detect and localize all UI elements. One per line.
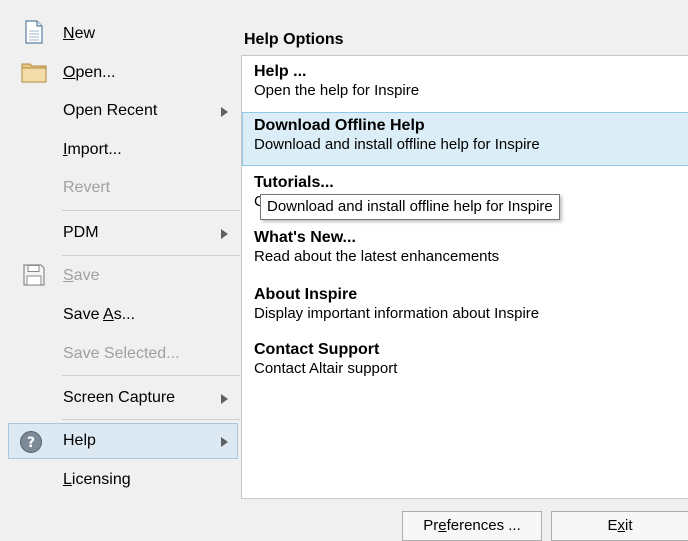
preferences-button[interactable]: Preferences ... (402, 511, 542, 541)
submenu-arrow-icon (221, 437, 228, 447)
menu-item-open-recent[interactable]: Open Recent (0, 93, 240, 129)
menu-item-import[interactable]: Import... (0, 132, 240, 168)
save-disk-icon (23, 264, 45, 286)
option-title: Help ... (254, 63, 307, 80)
menu-item-save-label: Save (63, 267, 100, 284)
help-options-title: Help Options (244, 31, 344, 48)
menu-item-save-selected[interactable]: Save Selected... (0, 336, 240, 372)
menu-item-revert-label: Revert (63, 179, 111, 196)
menu-item-pdm[interactable]: PDM (0, 215, 240, 251)
menu-separator (62, 255, 240, 256)
menu-separator (62, 375, 240, 376)
menu-item-help-label: Help (63, 432, 96, 449)
submenu-arrow-icon (221, 229, 228, 239)
help-question-icon: ? (20, 431, 42, 453)
menu-item-pdm-label: PDM (63, 224, 99, 241)
svg-text:?: ? (27, 435, 35, 451)
submenu-arrow-icon (221, 107, 228, 117)
help-options-panel: Help ... Open the help for Inspire Downl… (241, 55, 688, 499)
option-title: About Inspire (254, 286, 358, 303)
menu-item-save-selected-label: Save Selected... (63, 345, 180, 362)
menu-item-import-label: Import... (63, 141, 122, 158)
help-option-contact-support[interactable]: Contact Support Contact Altair support (242, 336, 688, 390)
menu-item-open-recent-label: Open Recent (63, 102, 158, 119)
option-title: Tutorials... (254, 174, 334, 191)
help-option-about-inspire[interactable]: About Inspire Display important informat… (242, 281, 688, 335)
menu-item-open[interactable]: Open... (0, 55, 240, 91)
menu-item-screen-capture-label: Screen Capture (63, 389, 176, 406)
menu-item-help[interactable]: ? Help (8, 423, 238, 459)
option-description: Open the help for Inspire (254, 82, 420, 99)
help-option-download-offline-help[interactable]: Download Offline Help Download and insta… (242, 112, 688, 166)
exit-button[interactable]: Exit (551, 511, 688, 541)
menu-item-screen-capture[interactable]: Screen Capture (0, 380, 240, 416)
menu-item-new[interactable]: New (0, 16, 240, 52)
file-menu: New Open... Open Recent Import... Revert… (0, 0, 240, 541)
submenu-arrow-icon (221, 394, 228, 404)
option-title: Contact Support (254, 341, 380, 358)
menu-separator (62, 210, 240, 211)
folder-icon (21, 63, 47, 83)
menu-item-licensing[interactable]: Licensing (0, 462, 240, 498)
menu-item-licensing-label: Licensing (63, 471, 131, 488)
menu-item-open-label: Open... (63, 64, 116, 81)
menu-item-save[interactable]: Save (0, 258, 240, 294)
help-option-whats-new[interactable]: What's New... Read about the latest enha… (242, 224, 688, 278)
menu-separator (62, 419, 240, 420)
option-title: Download Offline Help (254, 117, 425, 134)
menu-item-save-as[interactable]: Save As... (0, 297, 240, 333)
option-description: Contact Altair support (254, 360, 398, 377)
menu-item-save-as-label: Save As... (63, 306, 136, 323)
tooltip: Download and install offline help for In… (260, 194, 560, 220)
option-title: What's New... (254, 229, 356, 246)
menu-item-new-label: New (63, 25, 96, 42)
option-description: Display important information about Insp… (254, 305, 540, 322)
option-description: Read about the latest enhancements (254, 248, 500, 265)
new-document-icon (25, 20, 43, 44)
menu-item-revert[interactable]: Revert (0, 170, 240, 206)
option-description: Download and install offline help for In… (254, 136, 540, 153)
help-option-help[interactable]: Help ... Open the help for Inspire (242, 58, 688, 112)
